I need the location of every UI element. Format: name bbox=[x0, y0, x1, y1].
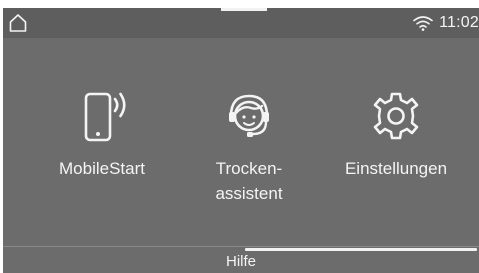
footer-divider bbox=[3, 246, 479, 247]
help-button[interactable]: Hilfe bbox=[3, 251, 479, 273]
home-icon bbox=[9, 14, 27, 32]
trockenassistent-label: Trocken- assistent bbox=[215, 159, 283, 203]
status-indicators: 11:02 bbox=[413, 12, 479, 34]
einstellungen-label: Einstellungen bbox=[344, 159, 448, 178]
clock-time: 11:02 bbox=[439, 14, 479, 31]
smartphone-signal-icon bbox=[84, 92, 126, 142]
status-bar: 11:02 bbox=[3, 8, 479, 38]
pull-down-handle[interactable] bbox=[221, 8, 267, 11]
icon-wrapper bbox=[173, 86, 325, 150]
wifi-icon bbox=[413, 16, 433, 31]
home-button[interactable] bbox=[8, 13, 28, 33]
mobilestart-tile[interactable]: MobileStart bbox=[26, 38, 178, 246]
display-screen: 11:02 MobileStart Trocken- assistent Ein… bbox=[3, 8, 479, 273]
gear-icon bbox=[373, 92, 419, 140]
icon-wrapper bbox=[26, 86, 178, 150]
icon-wrapper bbox=[320, 86, 472, 150]
mobilestart-label: MobileStart bbox=[59, 159, 145, 178]
headset-assistant-icon bbox=[229, 94, 269, 137]
einstellungen-tile[interactable]: Einstellungen bbox=[320, 38, 472, 246]
trockenassistent-tile[interactable]: Trocken- assistent bbox=[173, 38, 325, 246]
